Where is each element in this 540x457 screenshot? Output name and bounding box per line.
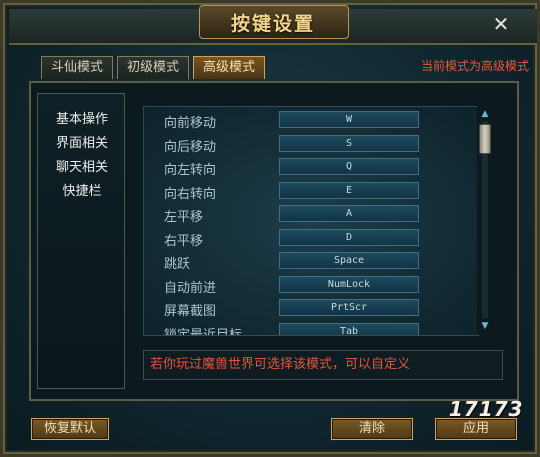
key-binding-row: 向右转向 E xyxy=(144,180,478,202)
key-binding-row: 向前移动 W xyxy=(144,109,478,131)
action-label: 左平移 xyxy=(164,210,204,225)
key-binding-button[interactable]: Space xyxy=(279,252,419,269)
tab-douxian-mode[interactable]: 斗仙模式 xyxy=(41,56,113,79)
action-label: 右平移 xyxy=(164,234,204,249)
key-list-scrollbar[interactable]: ▲ ▼ xyxy=(477,106,493,334)
clear-button[interactable]: 清除 xyxy=(331,418,413,440)
scroll-down-icon[interactable]: ▼ xyxy=(479,320,491,332)
close-icon[interactable]: ✕ xyxy=(489,13,513,35)
current-mode-status: 当前模式为高级模式 xyxy=(420,59,529,73)
restore-default-button[interactable]: 恢复默认 xyxy=(31,418,109,440)
key-binding-row: 跳跃 Space xyxy=(144,250,478,272)
category-chat[interactable]: 聊天相关 xyxy=(38,156,126,175)
action-label: 向左转向 xyxy=(164,163,217,178)
category-panel: 基本操作 界面相关 聊天相关 快捷栏 xyxy=(37,93,125,389)
key-binding-row: 左平移 A xyxy=(144,203,478,225)
scroll-up-icon[interactable]: ▲ xyxy=(479,108,491,120)
key-binding-button[interactable]: S xyxy=(279,135,419,152)
key-binding-row: 右平移 D xyxy=(144,227,478,249)
scroll-thumb[interactable] xyxy=(479,124,491,154)
key-binding-button[interactable]: W xyxy=(279,111,419,128)
key-binding-row: 向左转向 Q xyxy=(144,156,478,178)
action-label: 跳跃 xyxy=(164,257,191,272)
key-binding-row: 屏幕截图 PrtScr xyxy=(144,297,478,319)
tab-basic-mode[interactable]: 初级模式 xyxy=(117,56,189,79)
action-label: 锁定最近目标 xyxy=(164,328,243,336)
tab-advanced-mode[interactable]: 高级模式 xyxy=(193,56,265,79)
key-binding-button[interactable]: Q xyxy=(279,158,419,175)
key-binding-button[interactable]: E xyxy=(279,182,419,199)
window-title: 按键设置 xyxy=(230,13,315,35)
action-label: 向右转向 xyxy=(164,187,217,202)
action-label: 屏幕截图 xyxy=(164,304,217,319)
key-binding-button[interactable]: A xyxy=(279,205,419,222)
key-binding-button[interactable]: PrtScr xyxy=(279,299,419,316)
action-label: 向前移动 xyxy=(164,116,217,131)
key-binding-row: 自动前进 NumLock xyxy=(144,274,478,296)
key-binding-row: 向后移动 S xyxy=(144,133,478,155)
category-interface[interactable]: 界面相关 xyxy=(38,132,126,151)
key-binding-button[interactable]: NumLock xyxy=(279,276,419,293)
key-settings-window: 按键设置 ✕ 斗仙模式 初级模式 高级模式 当前模式为高级模式 基本操作 界面相… xyxy=(0,0,540,457)
action-label: 自动前进 xyxy=(164,281,217,296)
mode-hint: 若你玩过魔兽世界可选择该模式，可以自定义 xyxy=(143,350,503,380)
category-basic-operations[interactable]: 基本操作 xyxy=(38,108,126,127)
key-binding-list: 向前移动 W 向后移动 S 向左转向 Q 向右转向 E 左平移 A 右平移 D … xyxy=(143,106,479,336)
action-label: 向后移动 xyxy=(164,140,217,155)
key-binding-button[interactable]: Tab xyxy=(279,323,419,335)
apply-button[interactable]: 应用 xyxy=(435,418,517,440)
key-binding-row: 锁定最近目标 Tab xyxy=(144,321,478,336)
key-binding-button[interactable]: D xyxy=(279,229,419,246)
category-hotbar[interactable]: 快捷栏 xyxy=(38,180,126,199)
